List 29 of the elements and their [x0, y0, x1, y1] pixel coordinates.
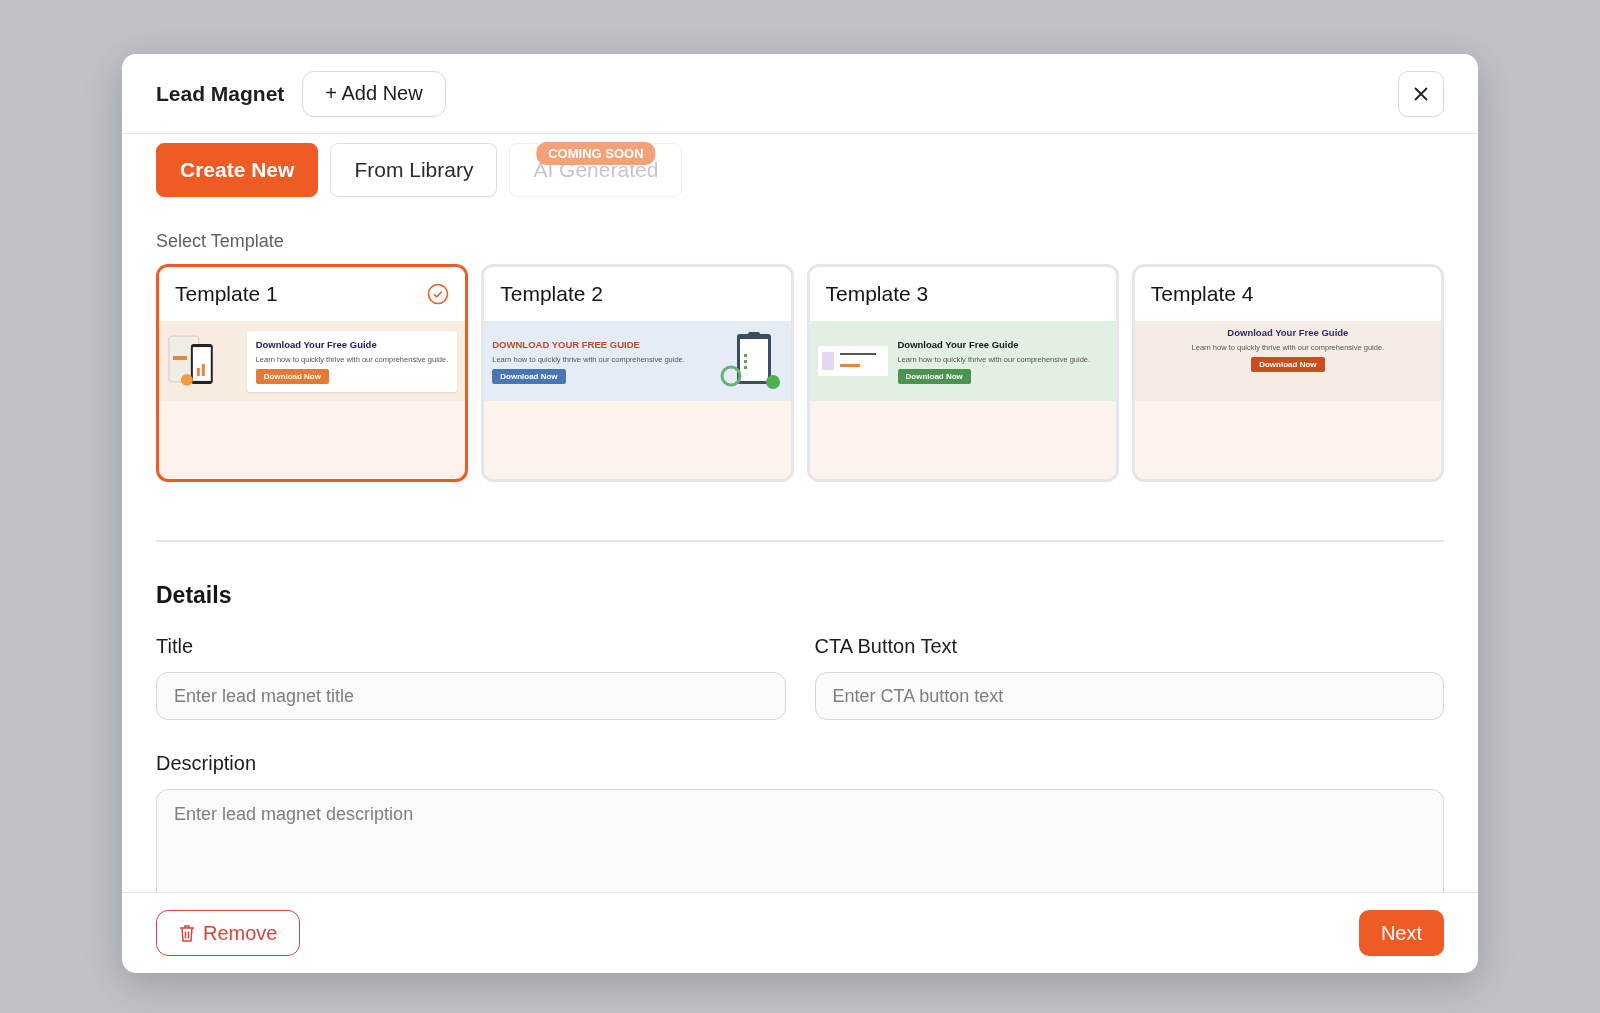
field-label: CTA Button Text	[814, 635, 959, 658]
add-new-button[interactable]: + Add New	[302, 70, 446, 117]
template-name: Template 2	[500, 282, 603, 306]
page-thumbnail-drawing	[817, 346, 888, 376]
trash-icon	[179, 923, 195, 943]
dialog-title: Lead Magnet	[156, 81, 285, 106]
input-field[interactable]: Enter lead magnet title	[156, 672, 786, 720]
preview-download-button: Download Now	[255, 368, 329, 384]
section-heading: Details	[156, 582, 233, 609]
template-name: Template 4	[1150, 282, 1254, 306]
preview-heading: Download Your Free Guide	[897, 338, 1019, 350]
preview-heading: Download Your Free Guide	[255, 338, 377, 350]
remove-button[interactable]: Remove	[156, 910, 301, 956]
close-icon	[1413, 85, 1429, 102]
template-name: Template 1	[175, 282, 278, 306]
preview-heading: Download Your Free Guide	[1227, 327, 1349, 338]
preview-download-button: Download Now	[1251, 357, 1325, 372]
field-label: Title	[156, 635, 195, 658]
check-circle-icon	[427, 283, 450, 305]
input-field[interactable]: Enter CTA button text	[814, 672, 1444, 720]
preview-download-button: Download Now	[897, 368, 971, 384]
preview-heading: DOWNLOAD YOUR FREE GUIDE	[492, 338, 640, 350]
tab[interactable]: From Library	[330, 143, 498, 197]
close-button[interactable]	[1398, 70, 1444, 117]
section-label: Select Template	[156, 231, 285, 252]
field-label: Description	[156, 752, 258, 775]
description-field[interactable]: Enter lead magnet description	[156, 789, 1444, 892]
template-name: Template 3	[825, 282, 929, 306]
preview-download-button: Download Now	[492, 368, 566, 384]
